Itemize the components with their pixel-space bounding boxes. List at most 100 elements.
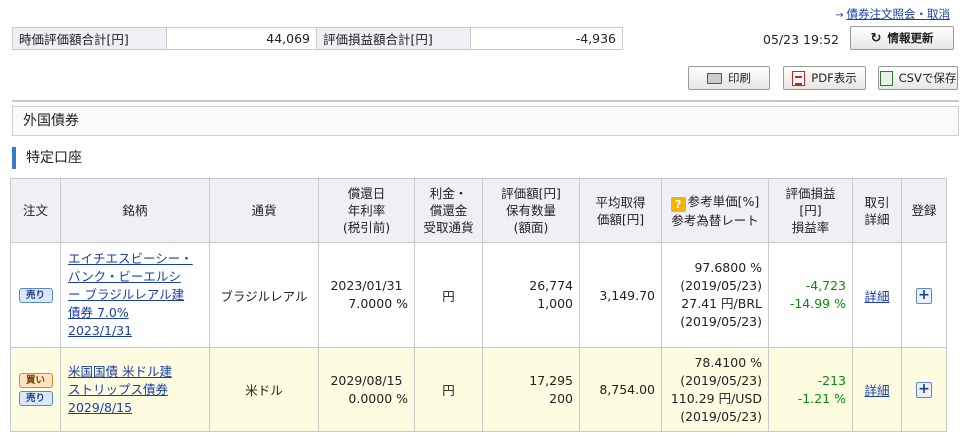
market-value-label: 時価評価額合計[円] xyxy=(12,27,167,50)
bond-order-inquiry-label[interactable]: 債券注文照会・取消 xyxy=(847,7,951,21)
refresh-label: 情報更新 xyxy=(887,31,934,45)
bond-name-cell: 米国国債 米ドル建 ストリップス債券 2029/8/15 xyxy=(60,347,210,432)
col-pl-3: 損益率 xyxy=(791,220,830,235)
pl-label: 評価損益額合計[円] xyxy=(316,27,471,50)
receive-currency-cell: 円 xyxy=(414,242,483,348)
timestamp: 05/23 19:52 xyxy=(763,32,840,47)
fx-date: (2019/05/23) xyxy=(680,408,762,424)
print-button[interactable]: 印刷 xyxy=(688,66,770,90)
pl-rate: -14.99 % xyxy=(789,296,846,311)
detail-link[interactable]: 詳細 xyxy=(864,383,889,398)
col-pl-2: [円] xyxy=(799,203,822,218)
col-name: 銘柄 xyxy=(60,178,210,243)
interest-rate: 7.0000 % xyxy=(348,296,408,311)
col-detail-1: 取引 xyxy=(864,194,890,210)
table-row: 買い 売り 米国国債 米ドル建 ストリップス債券 2029/8/15 米ドル 2… xyxy=(10,347,947,432)
section-title: 外国債券 xyxy=(12,106,959,136)
arrow-right-icon: → xyxy=(835,10,844,21)
col-detail: 取引 詳細 xyxy=(852,178,902,243)
pdf-button[interactable]: PDF表示 xyxy=(783,66,866,90)
col-ref-2: 参考為替レート xyxy=(671,212,759,228)
add-register-button[interactable]: + xyxy=(916,382,932,398)
holdings-table: 注文 銘柄 通貨 償還日 年利率 (税引前) 利金・ 償還金 受取通貨 評価額[… xyxy=(10,178,947,432)
sell-button[interactable]: 売り xyxy=(18,391,53,406)
market-value: 44,069 xyxy=(166,27,317,50)
bond-name-cell: エイチエスビーシー・ バンク・ビーエルシ ー ブラジルレアル建 債券 7.0% … xyxy=(60,242,210,348)
fx-rate: 27.41 円/BRL xyxy=(681,296,762,311)
table-row: 売り エイチエスビーシー・ バンク・ビーエルシ ー ブラジルレアル建 債券 7.… xyxy=(10,242,947,348)
currency-cell: 米ドル xyxy=(209,347,319,432)
fx-date: (2019/05/23) xyxy=(680,314,762,329)
col-interest-3: 受取通貨 xyxy=(423,220,474,235)
ref-price-date: (2019/05/23) xyxy=(680,372,762,388)
col-interest-2: 償還金 xyxy=(429,203,468,218)
col-pl-1: 評価損益 xyxy=(785,186,836,201)
col-value-1: 評価額[円] xyxy=(501,186,561,201)
pdf-icon xyxy=(792,70,806,86)
pl-cell: -213 -1.21 % xyxy=(768,347,853,432)
value-cell: 26,774 1,000 xyxy=(482,242,580,348)
ref-price: 78.4100 % xyxy=(694,354,762,370)
detail-cell: 詳細 xyxy=(852,242,902,348)
sell-button[interactable]: 売り xyxy=(18,287,53,303)
bond-name-line: バンク・ビーエルシ xyxy=(68,269,181,284)
print-label: 印刷 xyxy=(728,71,751,85)
pl-amount: -4,723 xyxy=(805,278,846,293)
col-redemption-1: 償還日 xyxy=(347,186,386,201)
ref-price-cell: 97.6800 % (2019/05/23) 27.41 円/BRL (2019… xyxy=(661,242,769,348)
redemption-date: 2029/08/15 xyxy=(330,372,403,388)
col-currency: 通貨 xyxy=(209,178,319,243)
valuation: 17,295 xyxy=(529,372,573,388)
refresh-button[interactable]: ↻ 情報更新 xyxy=(850,26,954,50)
receive-currency-cell: 円 xyxy=(414,347,483,432)
valuation: 26,774 xyxy=(529,278,573,293)
csv-label: CSVで保存 xyxy=(898,71,957,85)
buy-button[interactable]: 買い xyxy=(18,373,53,388)
col-redemption: 償還日 年利率 (税引前) xyxy=(318,178,415,243)
col-redemption-3: (税引前) xyxy=(342,220,391,235)
order-cell: 買い 売り xyxy=(10,347,61,432)
bond-name-line: 2029/8/15 xyxy=(68,399,133,415)
col-avg-2: 価額[円] xyxy=(596,211,645,227)
header-row: 注文 銘柄 通貨 償還日 年利率 (税引前) 利金・ 償還金 受取通貨 評価額[… xyxy=(10,178,947,243)
interest-rate: 0.0000 % xyxy=(348,390,408,406)
col-avg-price: 平均取得 価額[円] xyxy=(579,178,662,243)
register-cell: + xyxy=(901,242,947,348)
csv-icon xyxy=(879,70,893,86)
ref-price-cell: 78.4100 % (2019/05/23) 110.29 円/USD (201… xyxy=(661,347,769,432)
csv-button[interactable]: CSVで保存 xyxy=(878,66,958,90)
col-interest: 利金・ 償還金 受取通貨 xyxy=(414,178,483,243)
help-icon[interactable]: ? xyxy=(670,196,686,212)
bond-name-link[interactable]: エイチエスビーシー・ バンク・ビーエルシ ー ブラジルレアル建 債券 7.0% … xyxy=(68,251,193,338)
refresh-icon: ↻ xyxy=(870,30,882,46)
detail-cell: 詳細 xyxy=(852,347,902,432)
col-ref-price: ? 参考単価[%] 参考為替レート xyxy=(661,178,769,243)
pl-value: -4,936 xyxy=(470,27,623,50)
col-avg-1: 平均取得 xyxy=(595,194,646,210)
register-cell: + xyxy=(901,347,947,432)
detail-link[interactable]: 詳細 xyxy=(864,289,889,304)
bond-name-link[interactable]: 米国国債 米ドル建 ストリップス債券 2029/8/15 xyxy=(68,364,172,415)
account-title: 特定口座 xyxy=(12,147,82,169)
bond-order-inquiry-link[interactable]: → 債券注文照会・取消 xyxy=(835,6,950,22)
col-value-3: (額面) xyxy=(513,220,549,235)
col-order: 注文 xyxy=(10,178,61,243)
fx-rate: 110.29 円/USD xyxy=(670,390,762,406)
col-value-2: 保有数量 xyxy=(505,203,556,218)
ref-price: 97.6800 % xyxy=(694,260,762,275)
col-value: 評価額[円] 保有数量 (額面) xyxy=(482,178,580,243)
bond-name-line: 2023/1/31 xyxy=(68,323,133,338)
order-cell: 売り xyxy=(10,242,61,348)
add-register-button[interactable]: + xyxy=(916,287,932,304)
ref-price-date: (2019/05/23) xyxy=(680,278,762,293)
currency-cell: ブラジルレアル xyxy=(209,242,319,348)
bond-name-line: 債券 7.0% xyxy=(68,305,129,320)
bond-name-line: エイチエスビーシー・ xyxy=(68,251,193,266)
pl-rate: -1.21 % xyxy=(797,390,846,406)
bond-name-line: ー ブラジルレアル建 xyxy=(68,287,185,302)
quantity: 200 xyxy=(549,390,573,406)
divider xyxy=(12,100,959,102)
avg-price-cell: 3,149.70 xyxy=(579,242,662,348)
pl-cell: -4,723 -14.99 % xyxy=(768,242,853,348)
col-interest-1: 利金・ xyxy=(429,186,468,201)
